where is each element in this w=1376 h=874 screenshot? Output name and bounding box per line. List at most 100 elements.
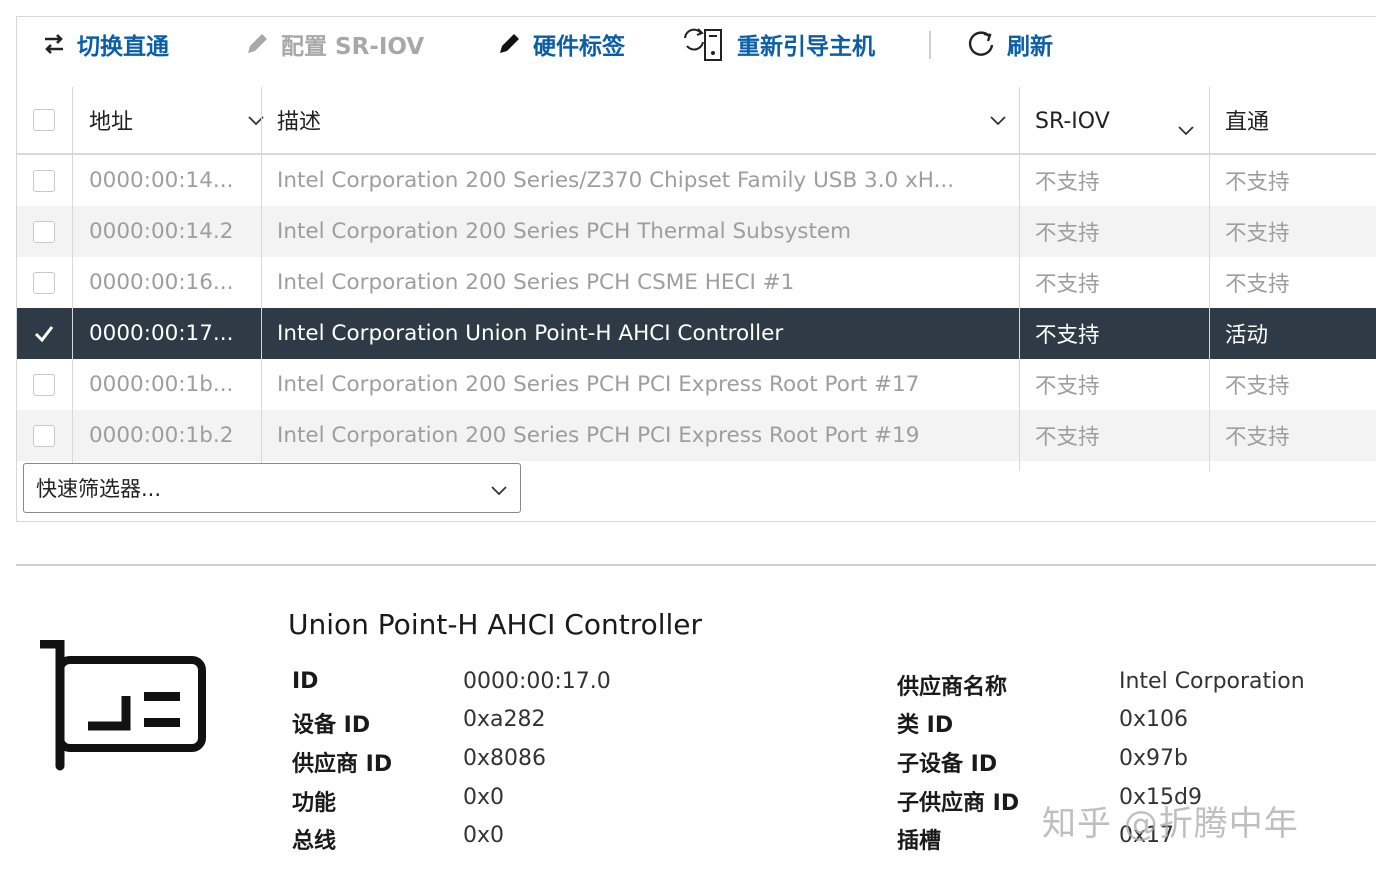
reboot-host-label: 重新引导主机 <box>737 34 875 60</box>
refresh-button[interactable]: 刷新 <box>965 25 1053 63</box>
quick-filter-select[interactable]: 快速筛选器... <box>23 463 521 513</box>
cell-passthrough: 不支持 <box>1225 374 1290 399</box>
row-select-cell <box>33 257 73 308</box>
cell-sriov: 不支持 <box>1035 221 1100 246</box>
toolbar: 切换直通 配置 SR-IOV 硬件标签 重新引导主机 刷新 <box>17 17 1376 71</box>
cell-passthrough: 不支持 <box>1225 221 1290 246</box>
table-row[interactable]: 0000:00:1b... Intel Corporation 200 Serie… <box>17 359 1376 410</box>
cell-passthrough: 活动 <box>1225 323 1269 348</box>
row-checkbox[interactable] <box>33 271 55 294</box>
toolbar-separator <box>929 31 931 59</box>
column-header-address-label: 地址 <box>89 110 134 135</box>
chevron-down-icon[interactable] <box>989 111 1007 129</box>
property-value: 0x97b <box>1119 746 1188 771</box>
cell-description: Intel Corporation 200 Series/Z370 Chipse… <box>277 168 955 193</box>
row-checkbox[interactable] <box>33 169 55 192</box>
property-value: 0x0 <box>463 823 505 848</box>
row-checkbox[interactable] <box>33 424 55 447</box>
swap-arrows-icon <box>45 34 63 54</box>
column-header-passthrough-label: 直通 <box>1225 110 1270 135</box>
hardware-label-label: 硬件标签 <box>533 34 625 60</box>
row-checkbox[interactable] <box>33 220 55 243</box>
toggle-passthrough-button[interactable]: 切换直通 <box>41 25 169 63</box>
cell-address: 0000:00:17... <box>89 321 234 346</box>
row-select-cell <box>33 308 73 359</box>
cell-description: Intel Corporation 200 Series PCH PCI Exp… <box>277 372 920 397</box>
cell-description: Intel Corporation Union Point-H AHCI Con… <box>277 321 784 346</box>
quick-filter-placeholder: 快速筛选器... <box>36 477 162 501</box>
cell-address: 0000:00:1b.2 <box>89 423 234 448</box>
configure-sriov-label: 配置 SR-IOV <box>281 34 425 60</box>
property-label: 子供应商 ID <box>897 791 1020 816</box>
grid-header: 地址 描述 SR-IOV 直通 <box>17 87 1376 155</box>
pci-devices-panel: 切换直通 配置 SR-IOV 硬件标签 重新引导主机 刷新 地址 描述 SR-I… <box>16 16 1376 522</box>
reboot-host-button[interactable]: 重新引导主机 <box>681 25 875 63</box>
property-value: Intel Corporation <box>1119 669 1305 694</box>
row-select-cell <box>33 206 73 257</box>
pencil-icon <box>248 34 267 53</box>
refresh-icon <box>968 31 994 56</box>
cell-sriov: 不支持 <box>1035 272 1100 297</box>
table-row[interactable]: 0000:00:14... Intel Corporation 200 Serie… <box>17 155 1376 206</box>
column-header-description[interactable]: 描述 <box>277 87 1033 153</box>
hardware-label-button[interactable]: 硬件标签 <box>495 25 625 63</box>
property-value: 0x0 <box>463 785 505 810</box>
property-label: 子设备 ID <box>897 752 998 777</box>
property-value: 0x8086 <box>463 746 547 771</box>
cell-sriov: 不支持 <box>1035 170 1100 195</box>
cell-sriov: 不支持 <box>1035 425 1100 450</box>
column-divider <box>72 87 73 471</box>
property-label: 功能 <box>292 791 337 816</box>
cell-address: 0000:00:14... <box>89 168 234 193</box>
row-checkbox[interactable] <box>33 373 55 396</box>
chevron-down-icon[interactable] <box>1177 121 1195 139</box>
cell-address: 0000:00:14.2 <box>89 219 234 244</box>
watermark: 知乎 @折腾中年 <box>1042 804 1299 844</box>
row-select-cell <box>33 359 73 410</box>
column-header-description-label: 描述 <box>277 110 322 135</box>
section-divider <box>16 564 1376 566</box>
property-label: 总线 <box>292 829 337 854</box>
select-all-cell <box>33 87 73 153</box>
cell-sriov: 不支持 <box>1035 323 1100 348</box>
column-header-address[interactable]: 地址 <box>89 87 277 153</box>
property-label: ID <box>292 669 319 694</box>
cell-passthrough: 不支持 <box>1225 425 1290 450</box>
cell-passthrough: 不支持 <box>1225 272 1290 297</box>
column-divider <box>1019 87 1020 471</box>
checkmark-icon[interactable] <box>33 323 55 345</box>
refresh-label: 刷新 <box>1007 34 1053 60</box>
column-divider <box>1209 87 1210 471</box>
cell-description: Intel Corporation 200 Series PCH PCI Exp… <box>277 423 920 448</box>
column-header-sriov[interactable]: SR-IOV <box>1035 87 1225 153</box>
table-row[interactable]: 0000:00:17... Intel Corporation Union Poi… <box>17 308 1376 359</box>
cell-sriov: 不支持 <box>1035 374 1100 399</box>
pci-card-icon <box>40 640 206 771</box>
pencil-icon <box>500 34 519 53</box>
column-divider <box>261 87 262 471</box>
cell-passthrough: 不支持 <box>1225 170 1290 195</box>
row-select-cell <box>33 155 73 206</box>
select-all-checkbox[interactable] <box>33 109 55 131</box>
table-row[interactable]: 0000:00:16... Intel Corporation 200 Serie… <box>17 257 1376 308</box>
reboot-host-icon <box>684 28 722 61</box>
property-label: 供应商名称 <box>897 675 1008 700</box>
column-header-passthrough[interactable]: 直通 <box>1225 87 1376 153</box>
chevron-down-icon[interactable] <box>247 111 265 129</box>
column-header-sriov-label: SR-IOV <box>1035 109 1110 134</box>
device-title: Union Point-H AHCI Controller <box>288 608 703 641</box>
cell-address: 0000:00:1b... <box>89 372 234 397</box>
cell-description: Intel Corporation 200 Series PCH Thermal… <box>277 219 852 244</box>
property-value: 0x106 <box>1119 707 1189 732</box>
cell-address: 0000:00:16... <box>89 270 234 295</box>
row-select-cell <box>33 410 73 461</box>
property-label: 供应商 ID <box>292 752 393 777</box>
table-row[interactable]: 0000:00:1b.2 Intel Corporation 200 Series… <box>17 410 1376 461</box>
cell-description: Intel Corporation 200 Series PCH CSME HE… <box>277 270 795 295</box>
property-label: 类 ID <box>897 713 954 738</box>
table-row[interactable]: 0000:00:14.2 Intel Corporation 200 Series… <box>17 206 1376 257</box>
toggle-passthrough-label: 切换直通 <box>77 34 169 60</box>
property-label: 设备 ID <box>292 713 371 738</box>
property-value: 0xa282 <box>463 707 546 732</box>
configure-sriov-button[interactable]: 配置 SR-IOV <box>243 25 424 63</box>
